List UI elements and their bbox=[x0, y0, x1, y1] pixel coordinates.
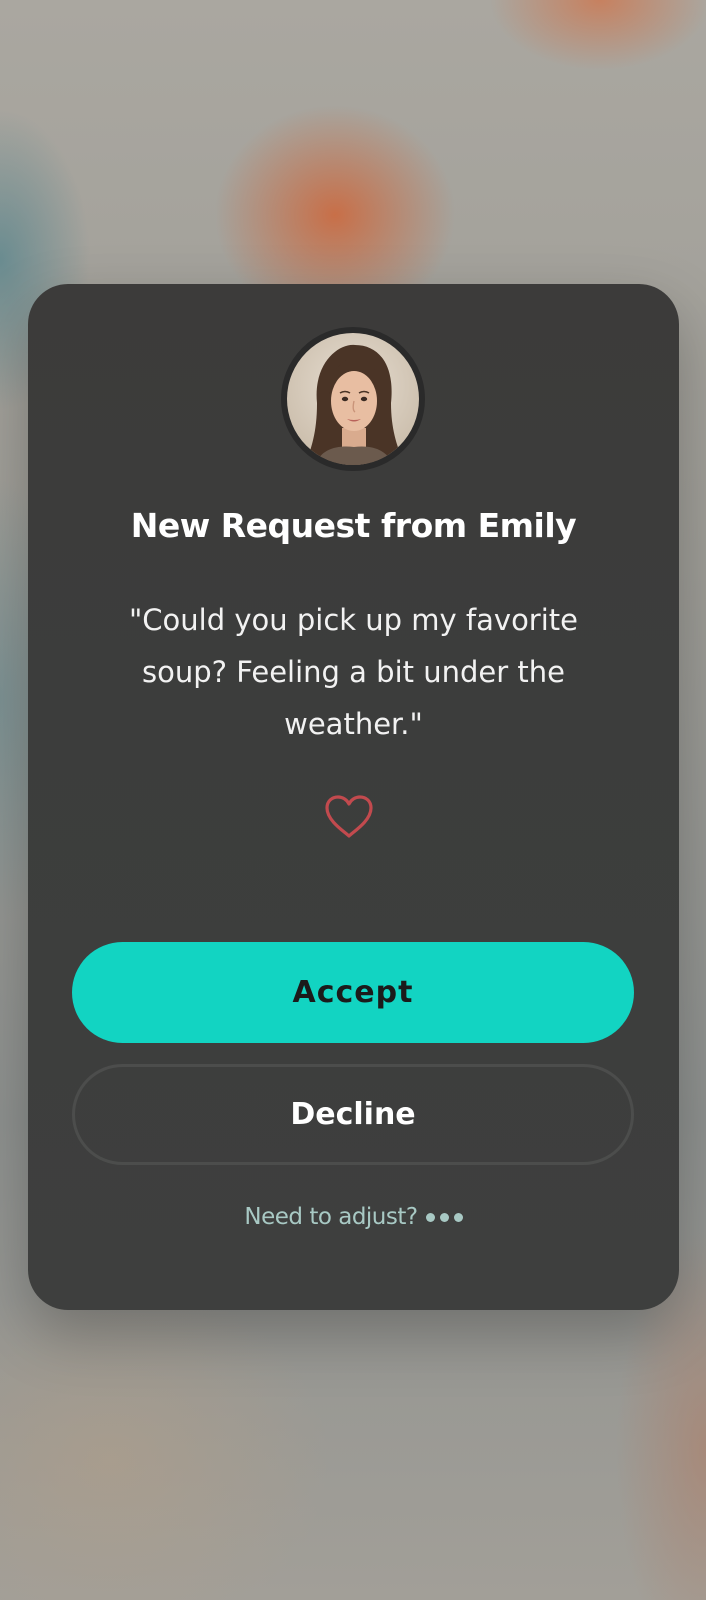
request-title: New Request from Emily bbox=[130, 506, 577, 545]
avatar bbox=[281, 327, 425, 471]
decline-button[interactable]: Decline bbox=[72, 1064, 634, 1165]
accept-button[interactable]: Accept bbox=[72, 942, 634, 1043]
adjust-link[interactable]: Need to adjust? bbox=[28, 1204, 679, 1230]
more-dots-icon bbox=[425, 1212, 463, 1222]
heart-icon[interactable] bbox=[323, 794, 375, 840]
request-message: "Could you pick up my favorite soup? Fee… bbox=[128, 603, 579, 741]
adjust-label: Need to adjust? bbox=[244, 1204, 418, 1230]
request-dialog: New Request from Emily "Could you pick u… bbox=[28, 284, 679, 1310]
